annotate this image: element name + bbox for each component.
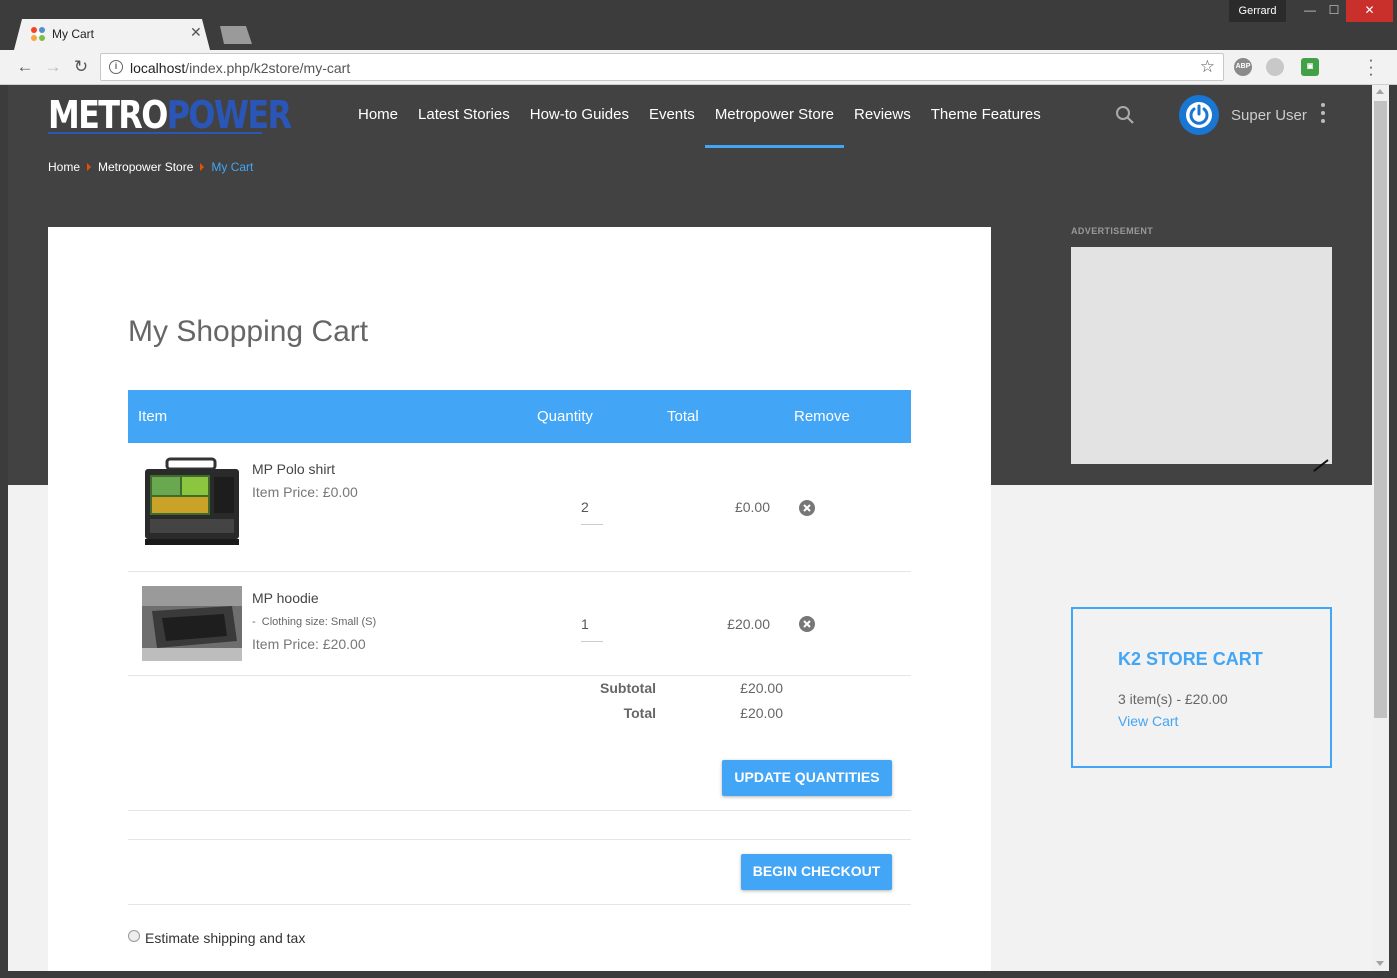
site-info-icon[interactable]: i: [109, 60, 123, 74]
url-text[interactable]: localhost/index.php/k2store/my-cart: [130, 60, 350, 76]
breadcrumb-current: My Cart: [211, 160, 254, 174]
divider: [128, 839, 911, 840]
subtotal-value: £20.00: [740, 680, 783, 696]
nav-home[interactable]: Home: [348, 105, 408, 145]
advertisement-label: ADVERTISEMENT: [1071, 226, 1154, 236]
cart-card: My Shopping Cart Item Quantity Total Rem…: [48, 227, 991, 971]
line-total: £0.00: [734, 499, 770, 515]
line-total: £20.00: [727, 616, 770, 632]
product-price: Item Price: £0.00: [252, 484, 358, 500]
header-remove: Remove: [794, 408, 850, 425]
scrollbar-thumb[interactable]: [1374, 101, 1387, 718]
option-text: Clothing size: Small (S): [261, 616, 377, 628]
page-title: My Shopping Cart: [128, 315, 369, 348]
product-name[interactable]: MP hoodie: [252, 590, 319, 606]
nav-how-to-guides[interactable]: How-to Guides: [520, 105, 639, 145]
address-bar[interactable]: i localhost/index.php/k2store/my-cart ☆: [100, 53, 1224, 81]
quantity-input[interactable]: 2: [581, 499, 603, 525]
view-cart-link[interactable]: View Cart: [1118, 713, 1178, 729]
window-close-icon[interactable]: ✕: [1346, 0, 1393, 22]
user-menu-icon[interactable]: [1316, 103, 1330, 127]
nav-theme-features[interactable]: Theme Features: [921, 105, 1051, 145]
user-avatar[interactable]: [1179, 95, 1219, 135]
breadcrumb-separator-icon: [87, 163, 92, 171]
total-label: Total: [623, 705, 656, 721]
maximize-icon[interactable]: ☐: [1321, 0, 1347, 22]
quantity-input[interactable]: 1: [581, 616, 603, 642]
header-quantity: Quantity: [537, 408, 593, 425]
browser-tab-my-cart[interactable]: My Cart ✕: [14, 19, 210, 50]
breadcrumb: Home Metropower Store My Cart: [48, 160, 253, 174]
logo-power-text: POWER: [166, 93, 292, 137]
url-host: localhost: [130, 60, 186, 76]
breadcrumb-home[interactable]: Home: [48, 160, 80, 174]
page-scrollbar[interactable]: [1372, 85, 1389, 971]
scroll-down-arrow-icon[interactable]: [1376, 961, 1384, 966]
forward-arrow-icon[interactable]: →: [42, 56, 64, 78]
product-option: - Clothing size: Small (S): [252, 616, 376, 628]
back-arrow-icon[interactable]: ←: [14, 56, 36, 78]
k2-cart-title: K2 STORE CART: [1118, 649, 1263, 669]
page-viewport: METROPOWER Home Latest Stories How-to Gu…: [8, 85, 1372, 971]
logo-underline: [48, 132, 262, 134]
update-quantities-button[interactable]: UPDATE QUANTITIES: [722, 760, 892, 796]
logo-metro-text: METRO: [48, 93, 168, 137]
url-path: /index.php/k2store/my-cart: [185, 60, 351, 76]
breadcrumb-separator-icon: [200, 163, 205, 171]
user-name[interactable]: Super User: [1231, 107, 1307, 124]
printer-extension-icon[interactable]: ▣: [1301, 58, 1319, 76]
nav-events[interactable]: Events: [639, 105, 705, 145]
divider: [128, 904, 911, 905]
product-name[interactable]: MP Polo shirt: [252, 461, 335, 477]
subtotal-label: Subtotal: [600, 680, 656, 696]
product-image-polo: [142, 457, 242, 557]
bookmark-star-icon[interactable]: ☆: [1200, 57, 1215, 77]
remove-item-icon[interactable]: [799, 616, 815, 632]
site-logo[interactable]: METROPOWER: [48, 93, 292, 137]
scroll-up-arrow-icon[interactable]: [1376, 89, 1384, 94]
estimate-shipping-option[interactable]: Estimate shipping and tax: [128, 930, 305, 946]
minimize-icon[interactable]: —: [1297, 0, 1323, 22]
estimate-label: Estimate shipping and tax: [145, 930, 306, 946]
breadcrumb-store[interactable]: Metropower Store: [98, 160, 193, 174]
begin-checkout-button[interactable]: BEGIN CHECKOUT: [741, 854, 892, 890]
k2-cart-summary: 3 item(s) - £20.00: [1118, 691, 1228, 707]
cart-table-header: Item Quantity Total Remove: [128, 390, 911, 443]
product-price: Item Price: £20.00: [252, 636, 366, 652]
advertisement-box: [1071, 247, 1332, 472]
tab-title: My Cart: [52, 27, 94, 41]
search-icon[interactable]: [1115, 105, 1135, 125]
remove-item-icon[interactable]: [799, 500, 815, 516]
header-total: Total: [667, 408, 699, 425]
nav-latest-stories[interactable]: Latest Stories: [408, 105, 520, 145]
nav-reviews[interactable]: Reviews: [844, 105, 921, 145]
tab-close-icon[interactable]: ✕: [190, 24, 202, 41]
joomla-favicon-icon: [31, 27, 45, 41]
browser-menu-icon[interactable]: · · ·: [1364, 51, 1378, 82]
extension-icon[interactable]: [1266, 58, 1284, 76]
reload-icon[interactable]: ↻: [70, 56, 92, 78]
main-navigation: Home Latest Stories How-to Guides Events…: [348, 105, 1051, 148]
product-image-hoodie: [142, 586, 242, 661]
cart-row: MP Polo shirt Item Price: £0.00 2 £0.00: [128, 443, 911, 572]
cart-row: MP hoodie - Clothing size: Small (S) Ite…: [128, 572, 911, 676]
new-tab-button[interactable]: [220, 26, 252, 44]
estimate-radio[interactable]: [128, 930, 140, 942]
adblock-icon[interactable]: ABP: [1234, 58, 1252, 76]
k2-store-cart-module: K2 STORE CART 3 item(s) - £20.00 View Ca…: [1071, 607, 1332, 768]
browser-toolbar: ← → ↻ i localhost/index.php/k2store/my-c…: [0, 50, 1397, 85]
browser-profile-button[interactable]: Gerrard: [1229, 0, 1286, 22]
header-item: Item: [138, 408, 168, 425]
browser-titlebar: My Cart ✕ Gerrard — ☐ ✕: [0, 0, 1397, 50]
divider: [128, 810, 911, 811]
option-bullet: -: [252, 616, 256, 628]
nav-metropower-store[interactable]: Metropower Store: [704, 105, 845, 148]
power-icon: [1186, 102, 1212, 128]
total-value: £20.00: [740, 705, 783, 721]
